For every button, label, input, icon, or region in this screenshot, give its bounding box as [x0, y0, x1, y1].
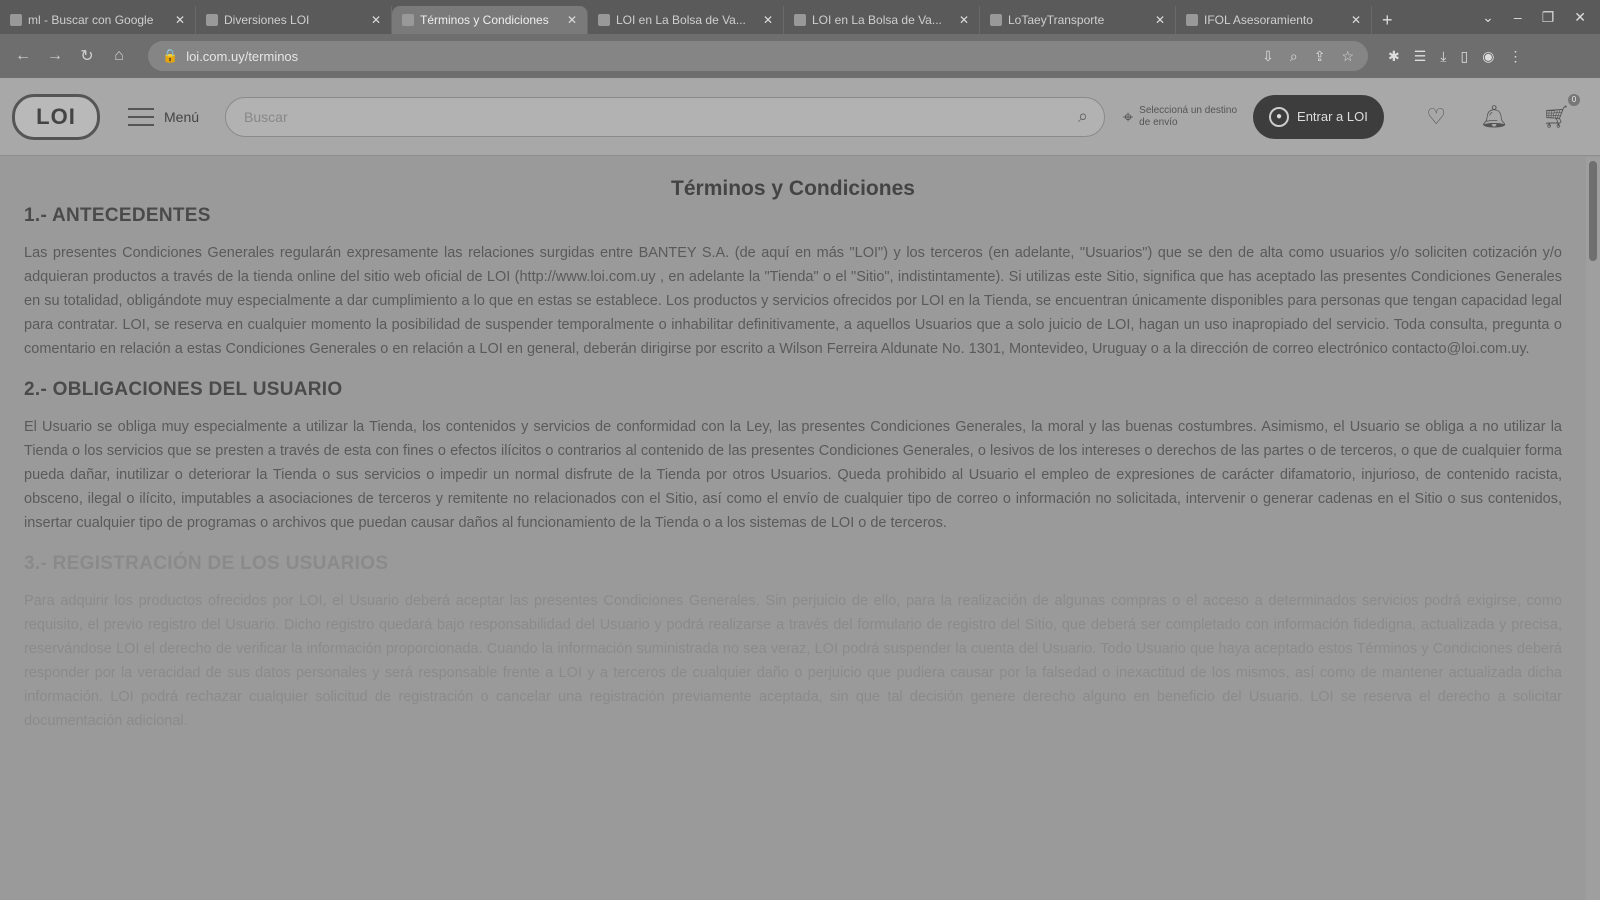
- bookmark-star-icon[interactable]: ☆: [1341, 48, 1354, 65]
- share-icon[interactable]: ⇪: [1314, 48, 1326, 65]
- section-heading: 2.- OBLIGACIONES DEL USUARIO: [24, 379, 343, 400]
- section-body: Para adquirir los productos ofrecidos po…: [24, 593, 1562, 729]
- downloads-icon[interactable]: ⤓: [1440, 48, 1446, 65]
- cart-icon[interactable]: 🛒︎: [1542, 104, 1570, 130]
- close-tab-icon[interactable]: ✕: [175, 13, 185, 27]
- address-bar[interactable]: 🔒 loi.com.uy/terminos ⇩ ⌕ ⇪ ☆: [148, 41, 1368, 71]
- profile-icon[interactable]: ◉: [1482, 48, 1494, 65]
- browser-tab-active[interactable]: Términos y Condiciones ✕: [392, 6, 588, 34]
- new-tab-button[interactable]: +: [1372, 6, 1403, 34]
- reload-icon[interactable]: ↻: [76, 45, 98, 67]
- section-heading: 1.- ANTECEDENTES: [24, 205, 211, 226]
- home-icon[interactable]: ⌂: [108, 45, 130, 67]
- favicon-icon: [598, 14, 610, 26]
- browser-tab[interactable]: LOI en La Bolsa de Va... ✕: [784, 6, 980, 34]
- address-bar-actions: ⇩ ⌕ ⇪ ☆: [1262, 48, 1354, 65]
- extensions-icon[interactable]: ✱: [1388, 48, 1400, 65]
- search-input[interactable]: [242, 107, 1078, 126]
- user-icon: ●: [1269, 106, 1290, 127]
- forward-icon[interactable]: →: [44, 45, 66, 67]
- favicon-icon: [402, 14, 414, 26]
- notifications-bell-icon[interactable]: 🔔︎: [1480, 104, 1508, 130]
- login-button[interactable]: ● Entrar a LOI: [1253, 94, 1384, 139]
- favicon-icon: [206, 14, 218, 26]
- url-text: loi.com.uy/terminos: [186, 48, 299, 64]
- favorites-heart-icon[interactable]: ♡: [1426, 104, 1446, 130]
- browser-tab[interactable]: Diversiones LOI ✕: [196, 6, 392, 34]
- login-label: Entrar a LOI: [1297, 109, 1368, 124]
- browser-tab[interactable]: IFOL Asesoramiento ✕: [1176, 6, 1372, 34]
- cart-count-badge: 0: [1568, 93, 1580, 106]
- terms-section: 3.- REGISTRACIÓN DE LOS USUARIOS Para ad…: [24, 553, 1562, 733]
- zoom-icon[interactable]: ⌕: [1290, 48, 1298, 65]
- menu-label: Menú: [164, 108, 200, 125]
- browser-toolbar: ← → ↻ ⌂ 🔒 loi.com.uy/terminos ⇩ ⌕ ⇪ ☆ ✱ …: [0, 34, 1600, 78]
- close-tab-icon[interactable]: ✕: [567, 13, 577, 27]
- section-body: Las presentes Condiciones Generales regu…: [24, 245, 1562, 357]
- reading-list-icon[interactable]: ☰: [1414, 48, 1427, 65]
- terms-content: Términos y Condiciones 1.- ANTECEDENTES …: [0, 157, 1586, 900]
- favicon-icon: [990, 14, 1002, 26]
- menu-button[interactable]: Menú: [128, 107, 200, 126]
- shipping-location-selector[interactable]: ⌖ Seleccioná un destino de envío: [1123, 105, 1243, 129]
- page-title: Términos y Condiciones: [671, 177, 915, 200]
- install-icon[interactable]: ⇩: [1262, 48, 1274, 65]
- section-body: El Usuario se obliga muy especialmente a…: [24, 419, 1562, 531]
- browser-menu-icon[interactable]: ⋮: [1508, 48, 1522, 65]
- scrollbar-thumb[interactable]: [1589, 161, 1597, 261]
- maximize-button[interactable]: ❐: [1542, 9, 1555, 26]
- section-heading: 3.- REGISTRACIÓN DE LOS USUARIOS: [24, 553, 389, 574]
- close-tab-icon[interactable]: ✕: [959, 13, 969, 27]
- hamburger-icon: [128, 107, 154, 126]
- site-header: LOI Menú ⌕ ⌖ Seleccioná un destino de en…: [0, 78, 1600, 156]
- close-tab-icon[interactable]: ✕: [371, 13, 381, 27]
- header-actions: ♡ 🔔︎ 🛒︎ 0: [1426, 93, 1588, 130]
- tab-search-icon[interactable]: ⌄: [1482, 9, 1494, 26]
- close-tab-icon[interactable]: ✕: [1351, 13, 1361, 27]
- close-tab-icon[interactable]: ✕: [763, 13, 773, 27]
- minimize-button[interactable]: –: [1514, 9, 1522, 25]
- browser-tab[interactable]: LOI en La Bolsa de Va... ✕: [588, 6, 784, 34]
- search-bar: ⌕: [225, 96, 1106, 137]
- favicon-icon: [1186, 14, 1198, 26]
- side-panel-icon[interactable]: ▯: [1461, 48, 1469, 65]
- close-window-button[interactable]: ✕: [1574, 9, 1586, 26]
- page-scrollbar[interactable]: [1586, 157, 1600, 900]
- location-pin-icon: ⌖: [1123, 106, 1134, 127]
- browser-tab[interactable]: ml - Buscar con Google ✕: [0, 6, 196, 34]
- browser-extension-icons: ✱ ☰ ⤓ ▯ ◉ ⋮: [1388, 48, 1522, 65]
- favicon-icon: [10, 14, 22, 26]
- search-icon[interactable]: ⌕: [1078, 106, 1088, 127]
- terms-section: 2.- OBLIGACIONES DEL USUARIO El Usuario …: [24, 379, 1562, 535]
- browser-tab-bar: ml - Buscar con Google ✕ Diversiones LOI ✕…: [0, 0, 1600, 34]
- terms-section: 1.- ANTECEDENTES Las presentes Condicion…: [24, 205, 1562, 361]
- window-controls: ⌄ – ❐ ✕: [1468, 0, 1600, 34]
- loi-logo[interactable]: LOI: [12, 93, 100, 140]
- site-info-icon[interactable]: 🔒: [162, 48, 178, 64]
- browser-tab[interactable]: LoTaeyTransporte ✕: [980, 6, 1176, 34]
- location-text: Seleccioná un destino de envío: [1139, 104, 1238, 128]
- favicon-icon: [794, 14, 806, 26]
- back-icon[interactable]: ←: [12, 45, 34, 67]
- close-tab-icon[interactable]: ✕: [1155, 13, 1165, 27]
